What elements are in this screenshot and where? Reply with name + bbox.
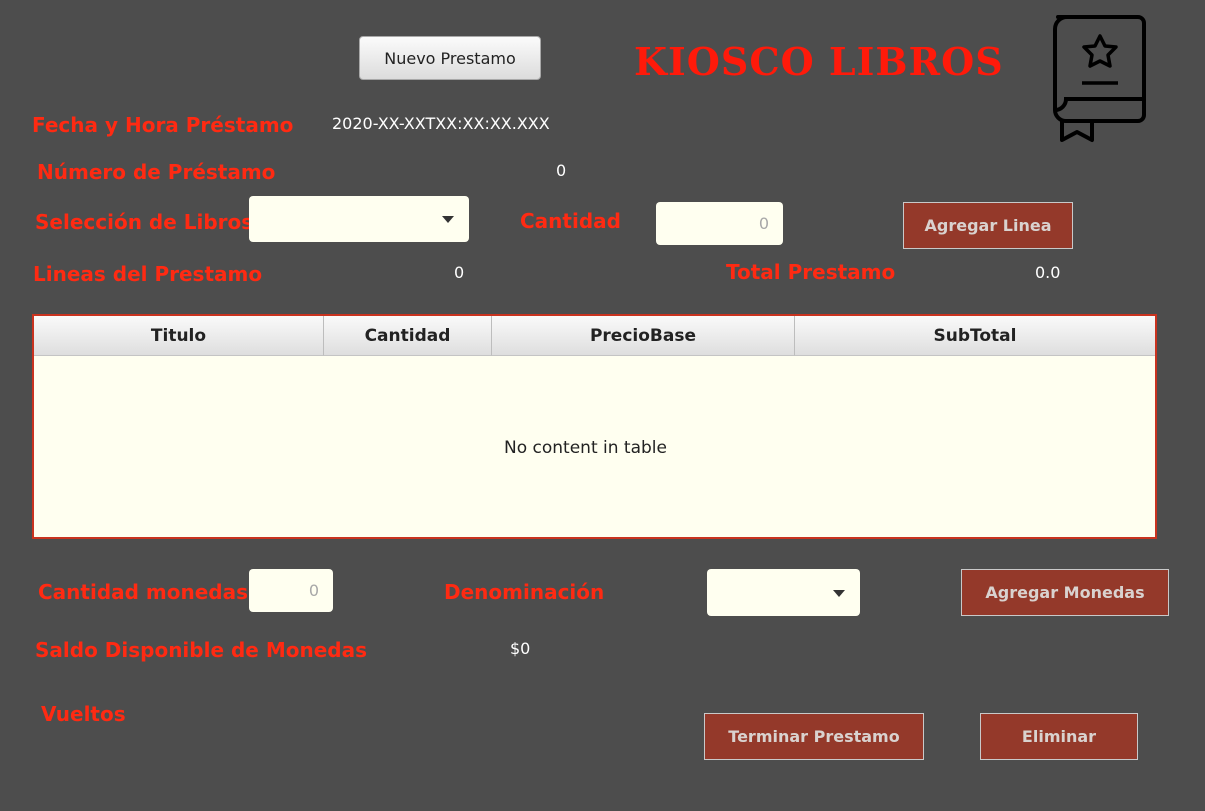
datetime-label: Fecha y Hora Préstamo <box>32 113 294 137</box>
book-star-icon <box>1040 14 1150 144</box>
table-empty-message: No content in table <box>504 438 667 458</box>
book-selection-combobox[interactable] <box>249 196 469 242</box>
loan-lines-table[interactable]: Titulo Cantidad PrecioBase SubTotal No c… <box>32 314 1157 539</box>
total-value: 0.0 <box>1035 263 1061 282</box>
loan-number-value: 0 <box>556 161 567 180</box>
chevron-down-icon <box>442 216 454 223</box>
datetime-value: 2020-XX-XXTXX:XX:XX.XXX <box>332 114 550 133</box>
book-selection-label: Selección de Libros <box>35 210 254 234</box>
add-coins-button[interactable]: Agregar Monedas <box>961 569 1169 616</box>
total-label: Total Prestamo <box>726 260 896 284</box>
quantity-input[interactable]: 0 <box>656 202 783 245</box>
new-loan-button[interactable]: Nuevo Prestamo <box>359 36 541 80</box>
lines-label: Lineas del Prestamo <box>33 262 263 286</box>
column-header-titulo[interactable]: Titulo <box>34 316 324 356</box>
coin-quantity-input[interactable]: 0 <box>249 569 333 612</box>
balance-label: Saldo Disponible de Monedas <box>35 638 367 662</box>
delete-button[interactable]: Eliminar <box>980 713 1138 760</box>
quantity-label: Cantidad <box>520 209 621 233</box>
loan-number-label: Número de Préstamo <box>37 160 276 184</box>
column-header-subtotal[interactable]: SubTotal <box>795 316 1155 356</box>
app-title: KIOSCO LIBROS <box>634 39 1004 84</box>
denomination-label: Denominación <box>444 580 605 604</box>
lines-value: 0 <box>454 263 465 282</box>
add-line-button[interactable]: Agregar Linea <box>903 202 1073 249</box>
coin-quantity-label: Cantidad monedas <box>38 580 249 604</box>
balance-value: $0 <box>510 639 531 658</box>
chevron-down-icon <box>833 590 845 597</box>
column-header-cantidad[interactable]: Cantidad <box>324 316 492 356</box>
column-header-preciobase[interactable]: PrecioBase <box>492 316 795 356</box>
denomination-combobox[interactable] <box>707 569 860 616</box>
finish-loan-button[interactable]: Terminar Prestamo <box>704 713 924 760</box>
change-label: Vueltos <box>41 702 126 726</box>
